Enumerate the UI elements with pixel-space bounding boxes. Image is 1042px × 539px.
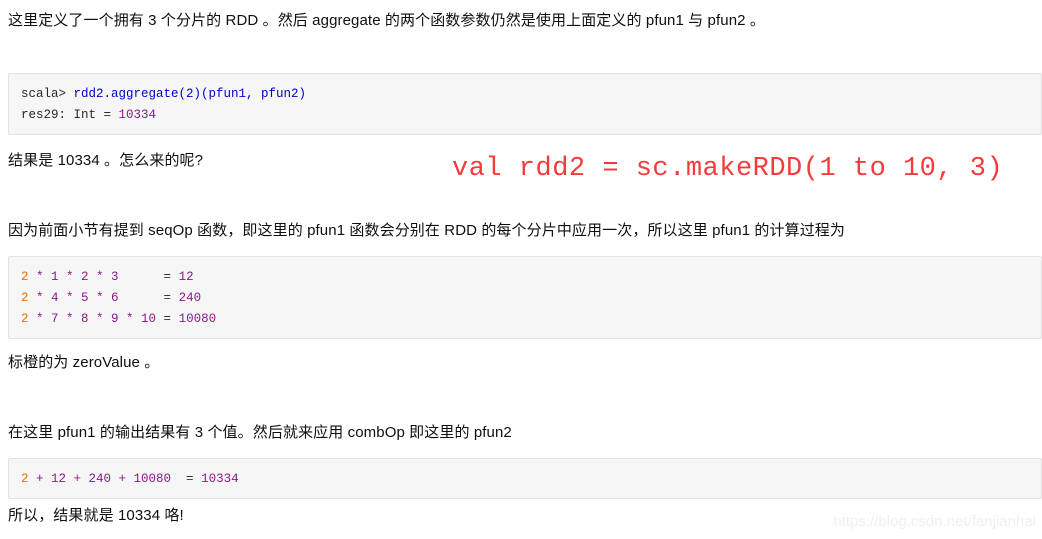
paragraph-intro: 这里定义了一个拥有 3 个分片的 RDD 。然后 aggregate 的两个函数… [8,12,765,29]
combine-value: 10334 [201,472,239,486]
code-block-repl: scala> rdd2.aggregate(2)(pfun1, pfun2) r… [8,73,1042,135]
equals-token: = [163,312,179,326]
zero-value-token: 2 [21,472,29,486]
code-line-partition-3: 2 * 7 * 8 * 9 * 10 = 10080 [21,309,1041,330]
code-line-partition-2: 2 * 4 * 5 * 6 = 240 [21,288,1041,309]
code-line-combine: 2 + 12 + 240 + 10080 = 10334 [21,469,1041,490]
partition-expression: * 4 * 5 * 6 [28,291,164,305]
code-block-combine: 2 + 12 + 240 + 10080 = 10334 [8,458,1042,499]
red-annotation: val rdd2 = sc.makeRDD(1 to 10, 3) [452,154,1004,184]
equals-token: = [163,291,179,305]
partition-value: 10080 [178,312,217,326]
partition-value: 12 [178,270,194,284]
code-block-partitions: 2 * 1 * 2 * 3 = 12 2 * 4 * 5 * 6 = 240 2… [8,256,1042,339]
result-label: res29: Int = [21,108,119,122]
paragraph-seqop-explanation: 因为前面小节有提到 seqOp 函数，即这里的 pfun1 函数会分别在 RDD… [8,222,846,239]
scala-prompt: scala> [21,87,74,101]
partition-value: 240 [178,291,202,305]
equals-token: = [186,472,202,486]
scala-expression: rdd2.aggregate(2)(pfun1, pfun2) [73,87,307,101]
article-page: 这里定义了一个拥有 3 个分片的 RDD 。然后 aggregate 的两个函数… [0,0,1042,539]
watermark: https://blog.csdn.net/fanjianhai [833,513,1036,530]
combine-expression: + 12 + 240 + 10080 [28,472,187,486]
partition-expression: * 1 * 2 * 3 [28,270,164,284]
code-line-partition-1: 2 * 1 * 2 * 3 = 12 [21,267,1041,288]
paragraph-zerovalue-note: 标橙的为 zeroValue 。 [8,354,160,371]
paragraph-combop-explanation: 在这里 pfun1 的输出结果有 3 个值。然后就来应用 combOp 即这里的… [8,424,512,441]
zero-value-token: 2 [21,270,29,284]
zero-value-token: 2 [21,291,29,305]
zero-value-token: 2 [21,312,29,326]
result-value: 10334 [118,108,157,122]
paragraph-final: 所以，结果就是 10334 咯! [8,507,184,524]
code-line-result: res29: Int = 10334 [21,105,1041,126]
paragraph-result: 结果是 10334 。怎么来的呢? [8,152,204,169]
partition-expression: * 7 * 8 * 9 * 10 [28,312,164,326]
equals-token: = [163,270,179,284]
code-line-command: scala> rdd2.aggregate(2)(pfun1, pfun2) [21,84,1041,105]
